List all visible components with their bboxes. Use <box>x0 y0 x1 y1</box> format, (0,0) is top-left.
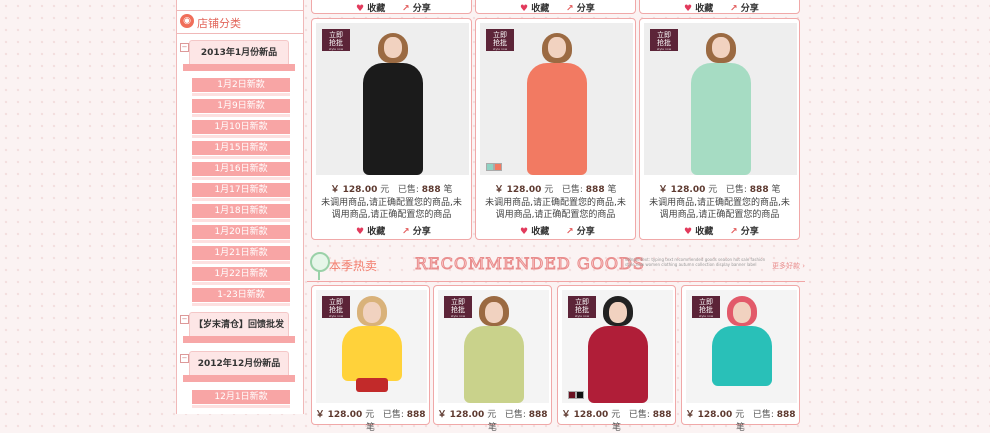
product-card[interactable]: 立即 抢批 style now ￥ 128.00 元 已售: 888 笔 未调用商品… <box>639 18 800 240</box>
lollipop-icon <box>310 252 330 272</box>
product-card-partial: ♥ 收藏 ↗ 分享 <box>311 0 472 14</box>
price-line: ￥ 128.00 元 已售: 888 笔 <box>685 410 796 433</box>
share-button[interactable]: ↗ 分享 <box>730 1 759 14</box>
share-button[interactable]: ↗ 分享 <box>402 224 431 237</box>
price-line: ￥ 128.00 元 已售: 888 笔 <box>561 410 672 433</box>
share-icon: ↗ <box>402 4 410 14</box>
color-swatch[interactable] <box>486 163 494 171</box>
product-description[interactable]: 未调用商品,请正确配置您的商品,未调用商品,请正确配置您的商品 <box>476 197 635 221</box>
recommended-goods-banner: 本季热卖 RECOMMENDED GOODS sample text: typi… <box>307 248 805 282</box>
share-button[interactable]: ↗ 分享 <box>402 1 431 14</box>
product-image[interactable]: 立即 抢批 style now <box>438 290 549 403</box>
sidebar-item[interactable]: 1月20日新款 <box>192 225 290 243</box>
category-bar <box>183 336 295 343</box>
color-swatch[interactable] <box>568 391 576 399</box>
product-card[interactable]: 立即 抢批 style now ￥ 128.00 元 已售: 888 笔 <box>311 285 430 433</box>
product-image[interactable]: 立即 抢批 style now <box>562 290 673 403</box>
brand-logo: 立即 抢批 style now <box>486 29 514 51</box>
share-icon: ↗ <box>402 227 410 237</box>
share-button[interactable]: ↗ 分享 <box>566 224 595 237</box>
sidebar-item[interactable]: 1月15日新款 <box>192 141 290 159</box>
favorite-button[interactable]: ♥ 收藏 <box>684 224 713 237</box>
banner-caption: sample text: typing text recommended goo… <box>625 257 766 267</box>
product-card-partial: ♥ 收藏 ↗ 分享 <box>639 0 800 14</box>
product-image[interactable]: 立即 抢批 style now <box>686 290 797 403</box>
heart-icon: ♥ <box>520 227 529 237</box>
heart-icon: ♥ <box>356 4 365 14</box>
favorite-button[interactable]: ♥ 收藏 <box>684 1 713 14</box>
product-card[interactable]: 立即 抢批 style now ￥ 128.00 元 已售: 888 笔 <box>681 285 800 433</box>
sidebar-item[interactable]: 12月1日新款 <box>192 390 290 408</box>
sidebar-item[interactable]: 1月17日新款 <box>192 183 290 201</box>
shop-category-header: ◉ 店铺分类 <box>177 10 303 34</box>
category-title[interactable]: 2013年1月份新品 <box>189 40 289 65</box>
price-line: ￥ 128.00 元 已售: 888 笔 <box>494 185 617 195</box>
category-bar <box>183 375 295 382</box>
price-line: ￥ 128.00 元 已售: 888 笔 <box>658 185 781 195</box>
sidebar-item[interactable]: 1月22日新款 <box>192 267 290 285</box>
product-image[interactable]: 立即 抢批 style now <box>316 290 427 403</box>
brand-logo: 立即 抢批 style now <box>444 296 472 318</box>
brand-logo: 立即 抢批 style now <box>568 296 596 318</box>
shop-category-sidebar: ◉ 店铺分类 − 2013年1月份新品 1月2日新款 1月9日新款 1月10日新… <box>176 0 304 414</box>
collapse-icon[interactable]: − <box>180 354 189 363</box>
product-description[interactable]: 未调用商品,请正确配置您的商品,未调用商品,请正确配置您的商品 <box>312 197 471 221</box>
favorite-button[interactable]: ♥ 收藏 <box>356 1 385 14</box>
brand-logo: 立即 抢批 style now <box>322 296 350 318</box>
product-card[interactable]: 立即 抢批 style now ￥ 128.00 元 已售: 888 笔 <box>557 285 676 433</box>
section-title-en: RECOMMENDED GOODS <box>415 254 645 274</box>
category-title[interactable]: 2012年12月份新品 <box>189 351 289 376</box>
share-button[interactable]: ↗ 分享 <box>730 224 759 237</box>
heart-icon: ♥ <box>684 4 693 14</box>
price-line: ￥ 128.00 元 已售: 888 笔 <box>315 410 426 433</box>
product-card[interactable]: 立即 抢批 style now ￥ 128.00 元 已售: 888 笔 <box>433 285 552 433</box>
product-card[interactable]: 立即 抢批 style now ￥ 128.00 元 已售: 888 笔 未调用商品… <box>475 18 636 240</box>
sidebar-item[interactable]: 1月10日新款 <box>192 120 290 138</box>
color-swatch[interactable] <box>576 391 584 399</box>
heart-icon: ♥ <box>520 4 529 14</box>
collapse-icon[interactable]: − <box>180 315 189 324</box>
category-bar <box>183 64 295 71</box>
section-title: 本季热卖 <box>329 259 378 273</box>
sidebar-item[interactable]: 1月18日新款 <box>192 204 290 222</box>
heart-icon: ♥ <box>356 227 365 237</box>
price-line: ￥ 128.00 元 已售: 888 笔 <box>330 185 453 195</box>
share-button[interactable]: ↗ 分享 <box>566 1 595 14</box>
favorite-button[interactable]: ♥ 收藏 <box>356 224 385 237</box>
share-icon: ↗ <box>566 4 574 14</box>
category-title[interactable]: 【岁末清仓】回馈批发 <box>189 312 289 337</box>
product-card-partial: ♥ 收藏 ↗ 分享 <box>475 0 636 14</box>
sidebar-item[interactable]: 1-23日新款 <box>192 288 290 306</box>
brand-logo: 立即 抢批 style now <box>322 29 350 51</box>
shop-category-title: 店铺分类 <box>197 17 241 30</box>
sidebar-item[interactable]: 1月16日新款 <box>192 162 290 180</box>
share-icon: ↗ <box>730 4 738 14</box>
product-image[interactable]: 立即 抢批 style now <box>480 23 633 175</box>
share-icon: ↗ <box>730 227 738 237</box>
brand-logo: 立即 抢批 style now <box>650 29 678 51</box>
color-swatch[interactable] <box>494 163 502 171</box>
product-image[interactable]: 立即 抢批 style now <box>644 23 797 175</box>
sidebar-item[interactable]: 1月2日新款 <box>192 78 290 96</box>
shop-category-icon: ◉ <box>180 14 194 28</box>
share-icon: ↗ <box>566 227 574 237</box>
sidebar-item[interactable]: 1月21日新款 <box>192 246 290 264</box>
favorite-button[interactable]: ♥ 收藏 <box>520 224 549 237</box>
product-image[interactable]: 立即 抢批 style now <box>316 23 469 175</box>
product-card[interactable]: 立即 抢批 style now ￥ 128.00 元 已售: 888 笔 未调用商品… <box>311 18 472 240</box>
heart-icon: ♥ <box>684 227 693 237</box>
brand-logo: 立即 抢批 style now <box>692 296 720 318</box>
sidebar-item[interactable]: 1月9日新款 <box>192 99 290 117</box>
favorite-button[interactable]: ♥ 收藏 <box>520 1 549 14</box>
price-line: ￥ 128.00 元 已售: 888 笔 <box>437 410 548 433</box>
product-description[interactable]: 未调用商品,请正确配置您的商品,未调用商品,请正确配置您的商品 <box>640 197 799 221</box>
collapse-icon[interactable]: − <box>180 43 189 52</box>
more-link[interactable]: 更多好款 › <box>772 261 805 271</box>
